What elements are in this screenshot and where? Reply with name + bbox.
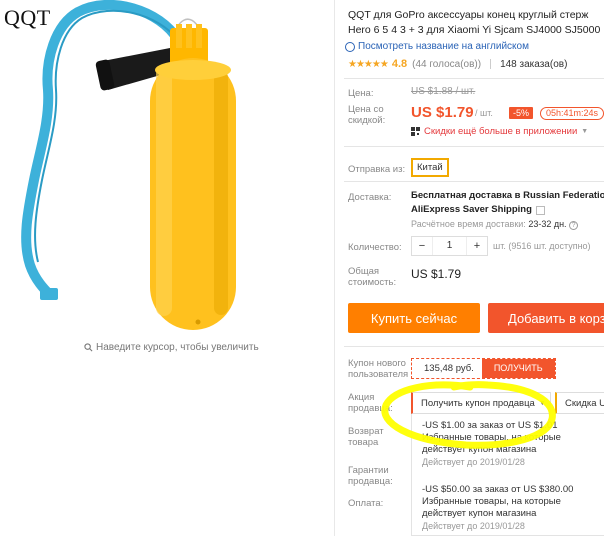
total-label-line2: стоимость:	[348, 277, 397, 288]
ship-from-label: Отправка из:	[348, 164, 406, 175]
chevron-down-icon: ▼	[538, 399, 546, 407]
new-user-coupon-label-line2: пользователя	[348, 369, 409, 380]
seller-promo-label-line1: Акция	[348, 392, 375, 403]
coupon-item-desc-line2: действует купон магазина	[422, 444, 537, 455]
total-label-line1: Общая	[348, 266, 380, 277]
quantity-available: шт. (9516 шт. доступно)	[493, 241, 591, 251]
product-details-panel: QQT для GoPro аксессуары конец круглый с…	[344, 0, 604, 536]
coupon-item-desc-line1: Избранные товары, на которые	[422, 432, 561, 443]
price-label: Цена:	[348, 88, 374, 99]
delivery-service[interactable]: AliExpress Saver Shipping	[411, 204, 532, 215]
seller-discount-dropdown[interactable]: Скидка US	[555, 392, 604, 414]
chevron-down-icon[interactable]	[535, 206, 545, 215]
per-unit: / шт.	[475, 108, 493, 118]
delivery-label: Доставка:	[348, 192, 392, 203]
guarantee-label-line1: Гарантии	[348, 465, 389, 476]
old-price: US $1.88 / шт.	[411, 86, 476, 97]
coupon-item-desc-line2: действует купон магазина	[422, 508, 537, 519]
divider	[344, 146, 604, 147]
discount-price-label-line1: Цена со	[348, 104, 384, 115]
divider	[344, 78, 604, 79]
quantity-input[interactable]: 1	[432, 237, 467, 255]
total-price: US $1.79	[411, 267, 462, 281]
app-discount-text[interactable]: Скидки ещё больше в приложении	[424, 126, 577, 137]
coupon-item-desc-line1: Избранные товары, на которые	[422, 496, 561, 507]
discount-price-label: Цена со скидкой:	[348, 104, 385, 126]
discount-price-label-line2: скидкой:	[348, 115, 386, 126]
seller-promo-label-line2: продавца:	[348, 403, 393, 414]
rating-separator	[490, 59, 492, 69]
quantity-decrease-button[interactable]: −	[412, 237, 432, 255]
delivery-info: Бесплатная доставка в Russian Federation…	[411, 190, 604, 201]
return-label-line1: Возврат	[348, 426, 384, 437]
seller-coupon-list: -US $1.00 за заказ от US $1.01 Избранные…	[411, 414, 604, 536]
product-title: QQT для GoPro аксессуары конец круглый с…	[348, 8, 604, 38]
guarantee-label-line2: продавца:	[348, 476, 393, 487]
orders-count: 148 заказа(ов)	[500, 58, 568, 70]
delivery-time-row: Расчётное время доставки: 23-32 дн. ?	[411, 219, 579, 230]
watermark-logo: QQT	[4, 5, 51, 30]
discount-badge: -5%	[509, 107, 534, 119]
stars-icon: ★★★★★	[348, 58, 389, 70]
app-discount-link[interactable]: Скидки ещё больше в приложении ▼	[411, 126, 588, 137]
quantity-increase-button[interactable]: +	[467, 237, 487, 255]
product-image[interactable]	[0, 0, 334, 536]
chevron-down-icon: ▼	[581, 128, 589, 135]
zoom-hint-text: Наведите курсор, чтобы увеличить	[96, 342, 259, 353]
magnifier-icon	[84, 343, 93, 352]
coupon-item[interactable]: -US $50.00 за заказ от US $380.00 Избран…	[422, 484, 602, 532]
seller-promo-label: Акция продавца:	[348, 392, 393, 414]
delivery-time-label: Расчётное время доставки:	[411, 219, 526, 229]
translate-title-link[interactable]: Посмотреть название на английском	[345, 41, 529, 52]
qr-code-icon	[411, 127, 420, 136]
return-label-line2: товара	[348, 437, 379, 448]
coupon-item-expiry: Действует до 2019/01/28	[422, 521, 525, 531]
discount-price: US $1.79	[411, 104, 474, 121]
new-user-coupon-label: Купон нового пользователя	[348, 358, 408, 380]
add-to-cart-button[interactable]: Добавить в корз	[488, 303, 604, 333]
delivery-time-value: 23-32 дн.	[528, 219, 567, 229]
translate-link-text[interactable]: Посмотреть название на английском	[358, 41, 529, 52]
product-image-panel[interactable]: QQT Наведите курсор, чтобы увеличить	[0, 0, 334, 536]
buy-now-button[interactable]: Купить сейчас	[348, 303, 480, 333]
divider	[344, 346, 604, 347]
zoom-hint: Наведите курсор, чтобы увеличить	[84, 342, 259, 353]
votes-count[interactable]: (44 голоса(ов))	[412, 59, 481, 70]
total-label: Общая стоимость:	[348, 266, 396, 288]
return-label: Возврат товара	[348, 426, 384, 448]
info-icon[interactable]: ?	[569, 221, 579, 230]
get-coupon-button[interactable]: ПОЛУЧИТЬ	[481, 359, 555, 378]
new-user-coupon: 135,48 руб. ПОЛУЧИТЬ	[411, 358, 556, 379]
rating-value: 4.8	[391, 58, 408, 70]
seller-coupon-dropdown[interactable]: Получить купон продавца ▼	[411, 392, 551, 414]
coupon-item-amount: -US $50.00 за заказ от US $380.00	[422, 484, 574, 495]
countdown-timer: 05h:41m:24s	[540, 107, 604, 120]
seller-coupon-dropdown-label[interactable]: Получить купон продавца	[421, 398, 535, 409]
coupon-item-amount: -US $1.00 за заказ от US $1.01	[422, 420, 558, 431]
product-title-line2: Hero 6 5 4 3 + 3 для Xiaomi Yi Sjcam SJ4…	[348, 24, 604, 36]
product-title-line1: QQT для GoPro аксессуары конец круглый с…	[348, 9, 589, 21]
new-user-coupon-label-line1: Купон нового	[348, 358, 406, 369]
guarantee-label: Гарантии продавца:	[348, 465, 393, 487]
panel-divider	[334, 0, 335, 536]
globe-icon	[345, 42, 355, 52]
coupon-value: 135,48 руб.	[424, 363, 474, 374]
coupon-item-expiry: Действует до 2019/01/28	[422, 457, 525, 467]
quantity-label: Количество:	[348, 242, 402, 253]
quantity-stepper[interactable]: − 1 +	[411, 236, 488, 256]
coupon-item[interactable]: -US $1.00 за заказ от US $1.01 Избранные…	[422, 420, 602, 468]
delivery-service-select[interactable]: AliExpress Saver Shipping	[411, 204, 545, 215]
ship-from-option[interactable]: Китай	[411, 158, 449, 177]
payment-label: Оплата:	[348, 498, 384, 509]
divider	[344, 181, 604, 182]
rating-row: ★★★★★ 4.8 (44 голоса(ов)) 148 заказа(ов)	[348, 58, 567, 70]
